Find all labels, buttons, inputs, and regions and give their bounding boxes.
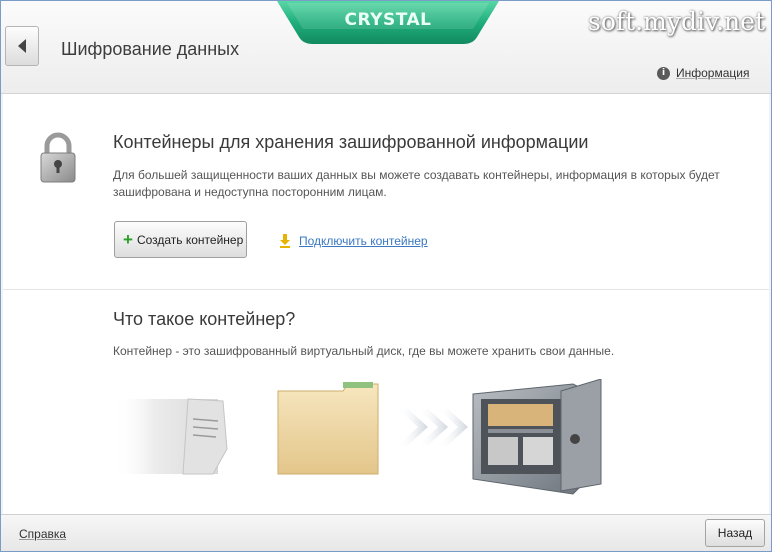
footer: Справка Назад <box>1 514 771 551</box>
watermark: soft.mydiv.net <box>587 7 765 36</box>
containers-section: Контейнеры для хранения зашифрованной ин… <box>3 94 769 290</box>
what-heading: Что такое контейнер? <box>113 309 296 329</box>
containers-heading: Контейнеры для хранения зашифрованной ин… <box>113 132 589 152</box>
main-content: Контейнеры для хранения зашифрованной ин… <box>3 94 769 514</box>
create-container-button[interactable]: + Создать контейнер <box>114 221 247 258</box>
containers-description: Для большей защищенности ваших данных вы… <box>113 168 720 199</box>
back-button[interactable]: Назад <box>705 519 765 547</box>
brand-label: CRYSTAL <box>344 10 432 30</box>
what-description: Контейнер - это зашифрованный виртуальны… <box>113 344 615 358</box>
page-title: Шифрование данных <box>61 39 240 59</box>
back-nav-button[interactable] <box>5 26 39 66</box>
info-icon: i <box>657 66 670 80</box>
plus-icon: + <box>123 229 133 249</box>
header: Шифрование данных CRYSTAL soft.mydiv.net… <box>1 1 771 94</box>
lock-icon <box>40 132 76 183</box>
folder-icon <box>277 382 379 475</box>
info-label: Информация <box>676 66 750 80</box>
back-arrow-icon <box>18 39 26 53</box>
create-container-label: Создать контейнер <box>136 232 244 247</box>
chevrons-icon <box>398 409 468 445</box>
app-window: Шифрование данных CRYSTAL soft.mydiv.net… <box>0 0 772 552</box>
document-icon <box>113 398 228 475</box>
connect-container-label: Подключить контейнер <box>299 234 428 248</box>
help-link[interactable]: Справка <box>19 527 66 541</box>
info-link[interactable]: i Информация <box>657 66 749 80</box>
brand-badge: CRYSTAL <box>277 1 499 45</box>
connect-container-link[interactable]: Подключить контейнер <box>279 234 428 248</box>
safe-icon <box>472 379 602 495</box>
illustration <box>113 379 602 495</box>
download-arrow-icon <box>280 234 290 248</box>
